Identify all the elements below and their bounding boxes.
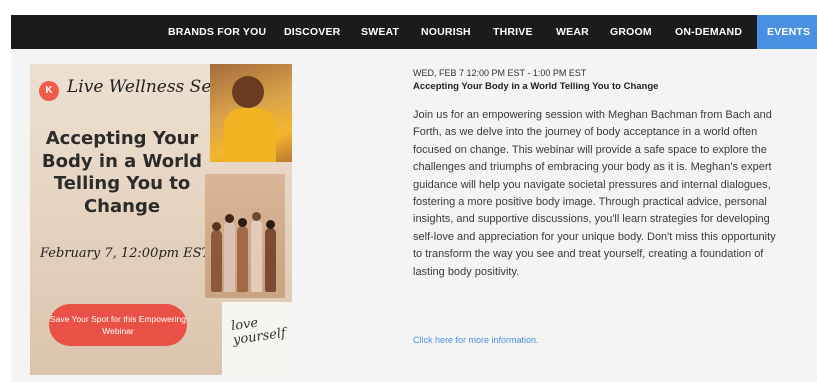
group-person (251, 220, 262, 292)
more-information-link[interactable]: Click here for more information. (413, 335, 539, 345)
nav-item-nourish[interactable]: NOURISH (421, 15, 471, 49)
event-poster-image[interactable]: K Live Wellness Session Accepting Your B… (30, 64, 292, 375)
nav-item-events[interactable]: EVENTS (757, 15, 817, 49)
group-person-head (266, 220, 275, 229)
group-person (224, 222, 235, 292)
event-panel: K Live Wellness Session Accepting Your B… (11, 49, 817, 382)
event-description: Join us for an empowering session with M… (413, 109, 776, 278)
group-person-head (238, 218, 247, 227)
nav-item-sweat[interactable]: SWEAT (361, 15, 399, 49)
group-person-head (212, 222, 221, 231)
group-person (237, 226, 248, 292)
save-your-spot-button[interactable]: Save Your Spot for this Empowering Webin… (49, 304, 187, 346)
group-person-head (225, 214, 234, 223)
nav-item-groom[interactable]: GROOM (610, 15, 652, 49)
nav-item-on-demand[interactable]: ON-DEMAND (675, 15, 742, 49)
nav-item-thrive[interactable]: THRIVE (493, 15, 533, 49)
heart-hands-photo (210, 64, 292, 162)
nav-item-wear[interactable]: WEAR (556, 15, 589, 49)
top-navigation-bar: BRANDS FOR YOU DISCOVER SWEAT NOURISH TH… (11, 15, 817, 49)
group-photo (205, 174, 285, 298)
group-person-head (252, 212, 261, 221)
event-datetime: WED, FEB 7 12:00 PM EST - 1:00 PM EST (413, 68, 587, 78)
group-person (265, 228, 276, 292)
group-person (211, 230, 222, 292)
nav-item-discover[interactable]: DISCOVER (284, 15, 340, 49)
poster-title: Accepting Your Body in a World Telling Y… (41, 128, 203, 217)
nav-item-brands-for-you[interactable]: BRANDS FOR YOU (168, 15, 266, 49)
photo-figure-head (232, 76, 264, 108)
poster-date: February 7, 12:00pm EST (40, 246, 211, 261)
love-yourself-note-photo: love yourself (222, 302, 292, 375)
brand-logo-icon: K (39, 81, 59, 101)
photo-figure-body (224, 108, 276, 162)
event-title: Accepting Your Body in a World Telling Y… (413, 81, 659, 92)
love-yourself-script: love yourself (230, 315, 287, 349)
save-your-spot-label: Save Your Spot for this Empowering Webin… (49, 314, 187, 336)
